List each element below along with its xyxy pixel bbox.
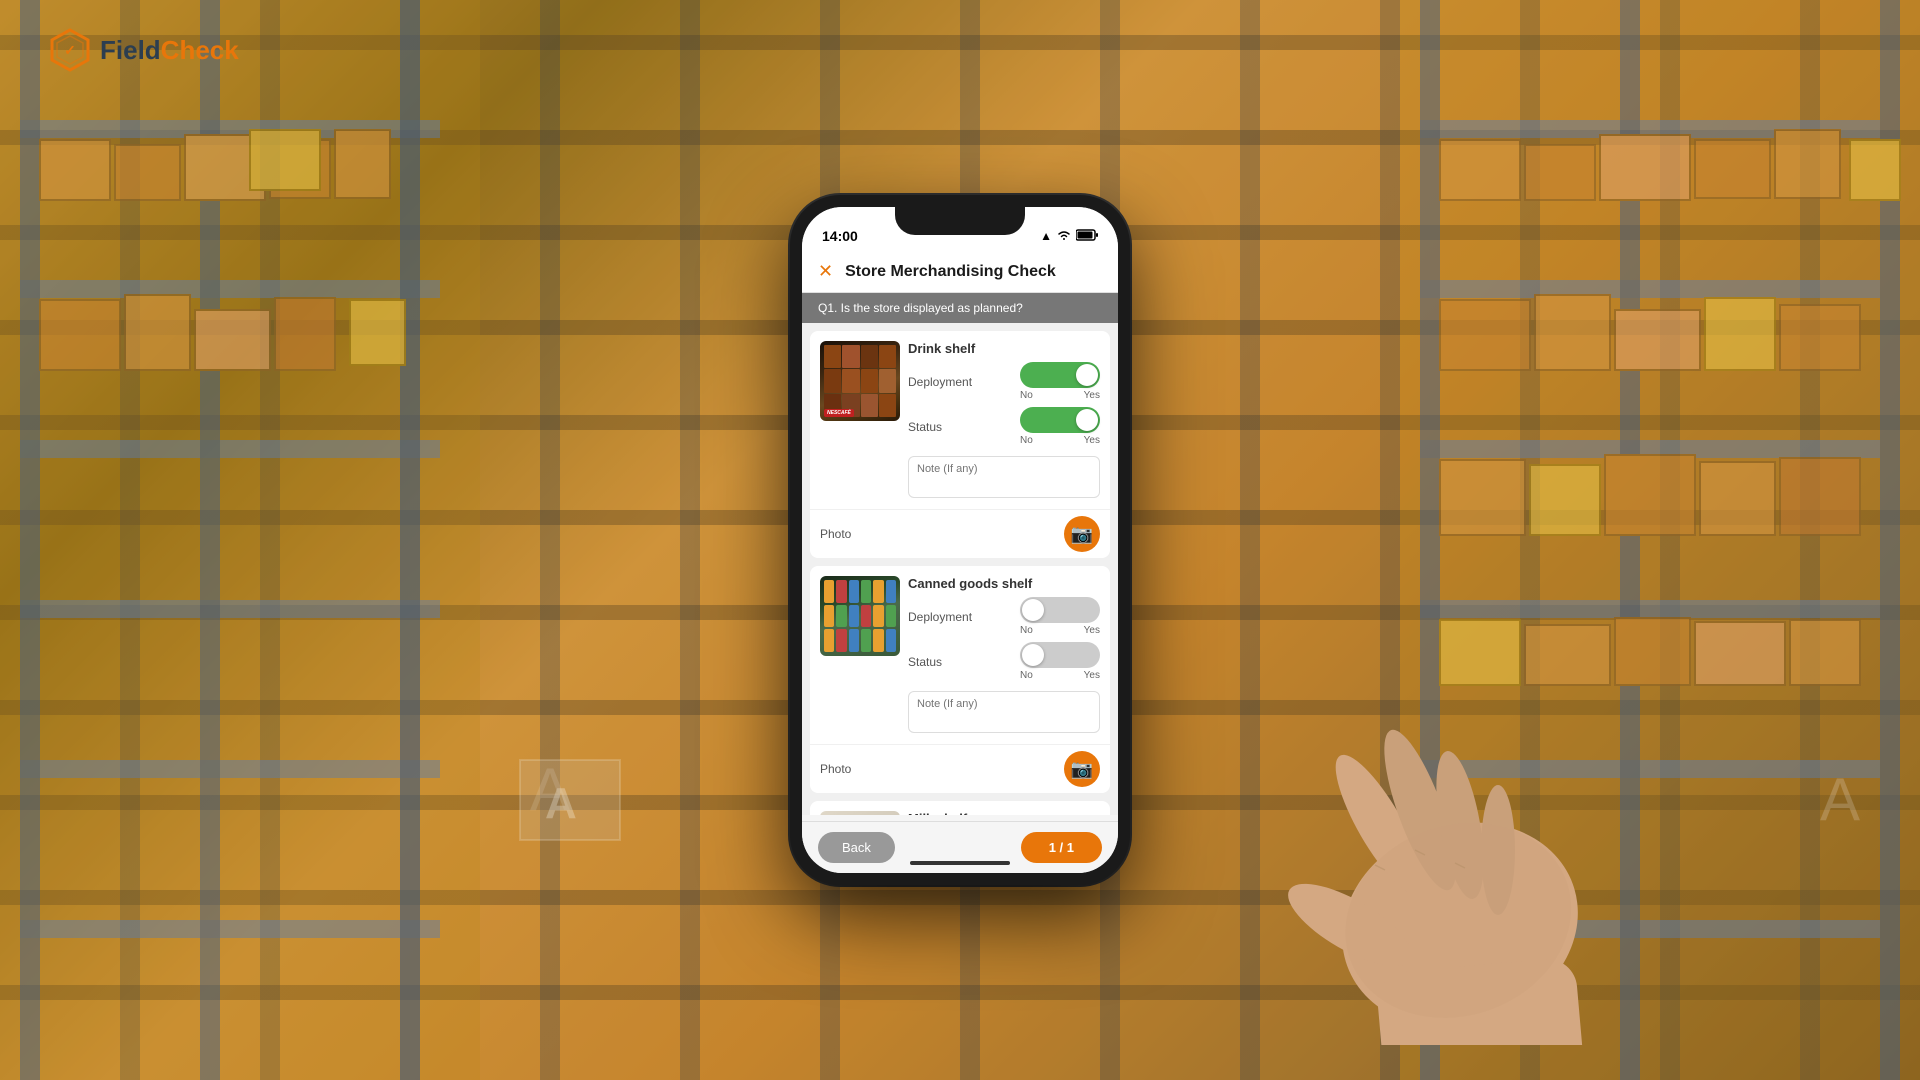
camera-button-drink[interactable]: 📷: [1064, 516, 1100, 552]
camera-icon-canned: 📷: [1071, 759, 1093, 780]
phone-screen: 14:00 ▲: [802, 207, 1118, 873]
status-yes-drink: Yes: [1084, 435, 1100, 446]
phone-notch: [895, 207, 1025, 235]
deployment-yes-drink: Yes: [1084, 390, 1100, 401]
phone-device: 14:00 ▲: [790, 195, 1130, 885]
milk-shelf-controls: Milk shelf Deployment No: [908, 811, 1100, 815]
status-icons: ▲: [1040, 229, 1098, 244]
content-scroll[interactable]: NESCAFÉ Drink shelf Deployment: [802, 323, 1118, 815]
deployment-toggle-canned[interactable]: [1020, 597, 1100, 623]
status-toggle-drink[interactable]: [1020, 407, 1100, 433]
back-button[interactable]: Back: [818, 832, 895, 863]
page-indicator: 1 / 1: [1021, 832, 1102, 863]
status-no-canned: No: [1020, 670, 1033, 681]
photo-row-canned: Photo 📷: [810, 744, 1110, 793]
nescafe-logo: NESCAFÉ: [824, 409, 854, 417]
camera-button-canned[interactable]: 📷: [1064, 751, 1100, 787]
status-time: 14:00: [822, 228, 858, 244]
battery-icon: [1076, 229, 1098, 244]
status-label-canned: Status: [908, 655, 942, 669]
app-title: Store Merchandising Check: [845, 263, 1056, 281]
bottom-navigation: Back 1 / 1: [802, 821, 1118, 873]
note-input-drink[interactable]: [908, 456, 1100, 498]
photo-row-drink: Photo 📷: [810, 509, 1110, 558]
logo-icon: ✓: [48, 28, 92, 72]
close-button[interactable]: ✕: [818, 261, 833, 282]
status-toggle-canned[interactable]: [1020, 642, 1100, 668]
app-header: ✕ Store Merchandising Check: [802, 251, 1118, 293]
drink-shelf-controls: Drink shelf Deployment N: [908, 341, 1100, 503]
canned-shelf-controls: Canned goods shelf Deployment: [908, 576, 1100, 738]
note-input-canned[interactable]: [908, 691, 1100, 733]
drink-shelf-label: Drink shelf: [908, 341, 1100, 356]
home-indicator: [910, 861, 1010, 865]
deployment-label-drink: Deployment: [908, 375, 972, 389]
photo-label-drink: Photo: [820, 527, 851, 541]
deployment-no-drink: No: [1020, 390, 1033, 401]
deployment-no-canned: No: [1020, 625, 1033, 636]
status-no-drink: No: [1020, 435, 1033, 446]
svg-text:A: A: [545, 779, 577, 828]
question-text: Q1. Is the store displayed as planned?: [818, 301, 1023, 315]
canned-shelf-label: Canned goods shelf: [908, 576, 1100, 591]
canned-shelf-image: [820, 576, 900, 656]
logo-check-text: Check: [161, 35, 239, 65]
logo-field-text: Field: [100, 35, 161, 65]
milk-shelf-label: Milk shelf: [908, 811, 1100, 815]
question-header: Q1. Is the store displayed as planned?: [802, 293, 1118, 323]
milk-shelf-image: [820, 811, 900, 815]
deployment-label-canned: Deployment: [908, 610, 972, 624]
status-yes-canned: Yes: [1084, 670, 1100, 681]
camera-icon-drink: 📷: [1071, 524, 1093, 545]
photo-label-canned: Photo: [820, 762, 851, 776]
wifi-icon: [1057, 229, 1071, 244]
drink-shelf-image: NESCAFÉ: [820, 341, 900, 421]
deployment-yes-canned: Yes: [1084, 625, 1100, 636]
status-label-drink: Status: [908, 420, 942, 434]
svg-text:A: A: [530, 756, 570, 823]
signal-icon: ▲: [1040, 229, 1052, 243]
deployment-toggle-drink[interactable]: [1020, 362, 1100, 388]
svg-text:✓: ✓: [64, 42, 76, 58]
logo: ✓ FieldCheck: [48, 28, 239, 72]
milk-shelf-card: Milk shelf Deployment No: [810, 801, 1110, 815]
drink-shelf-card: NESCAFÉ Drink shelf Deployment: [810, 331, 1110, 558]
canned-shelf-card: Canned goods shelf Deployment: [810, 566, 1110, 793]
svg-text:A: A: [1820, 766, 1860, 833]
